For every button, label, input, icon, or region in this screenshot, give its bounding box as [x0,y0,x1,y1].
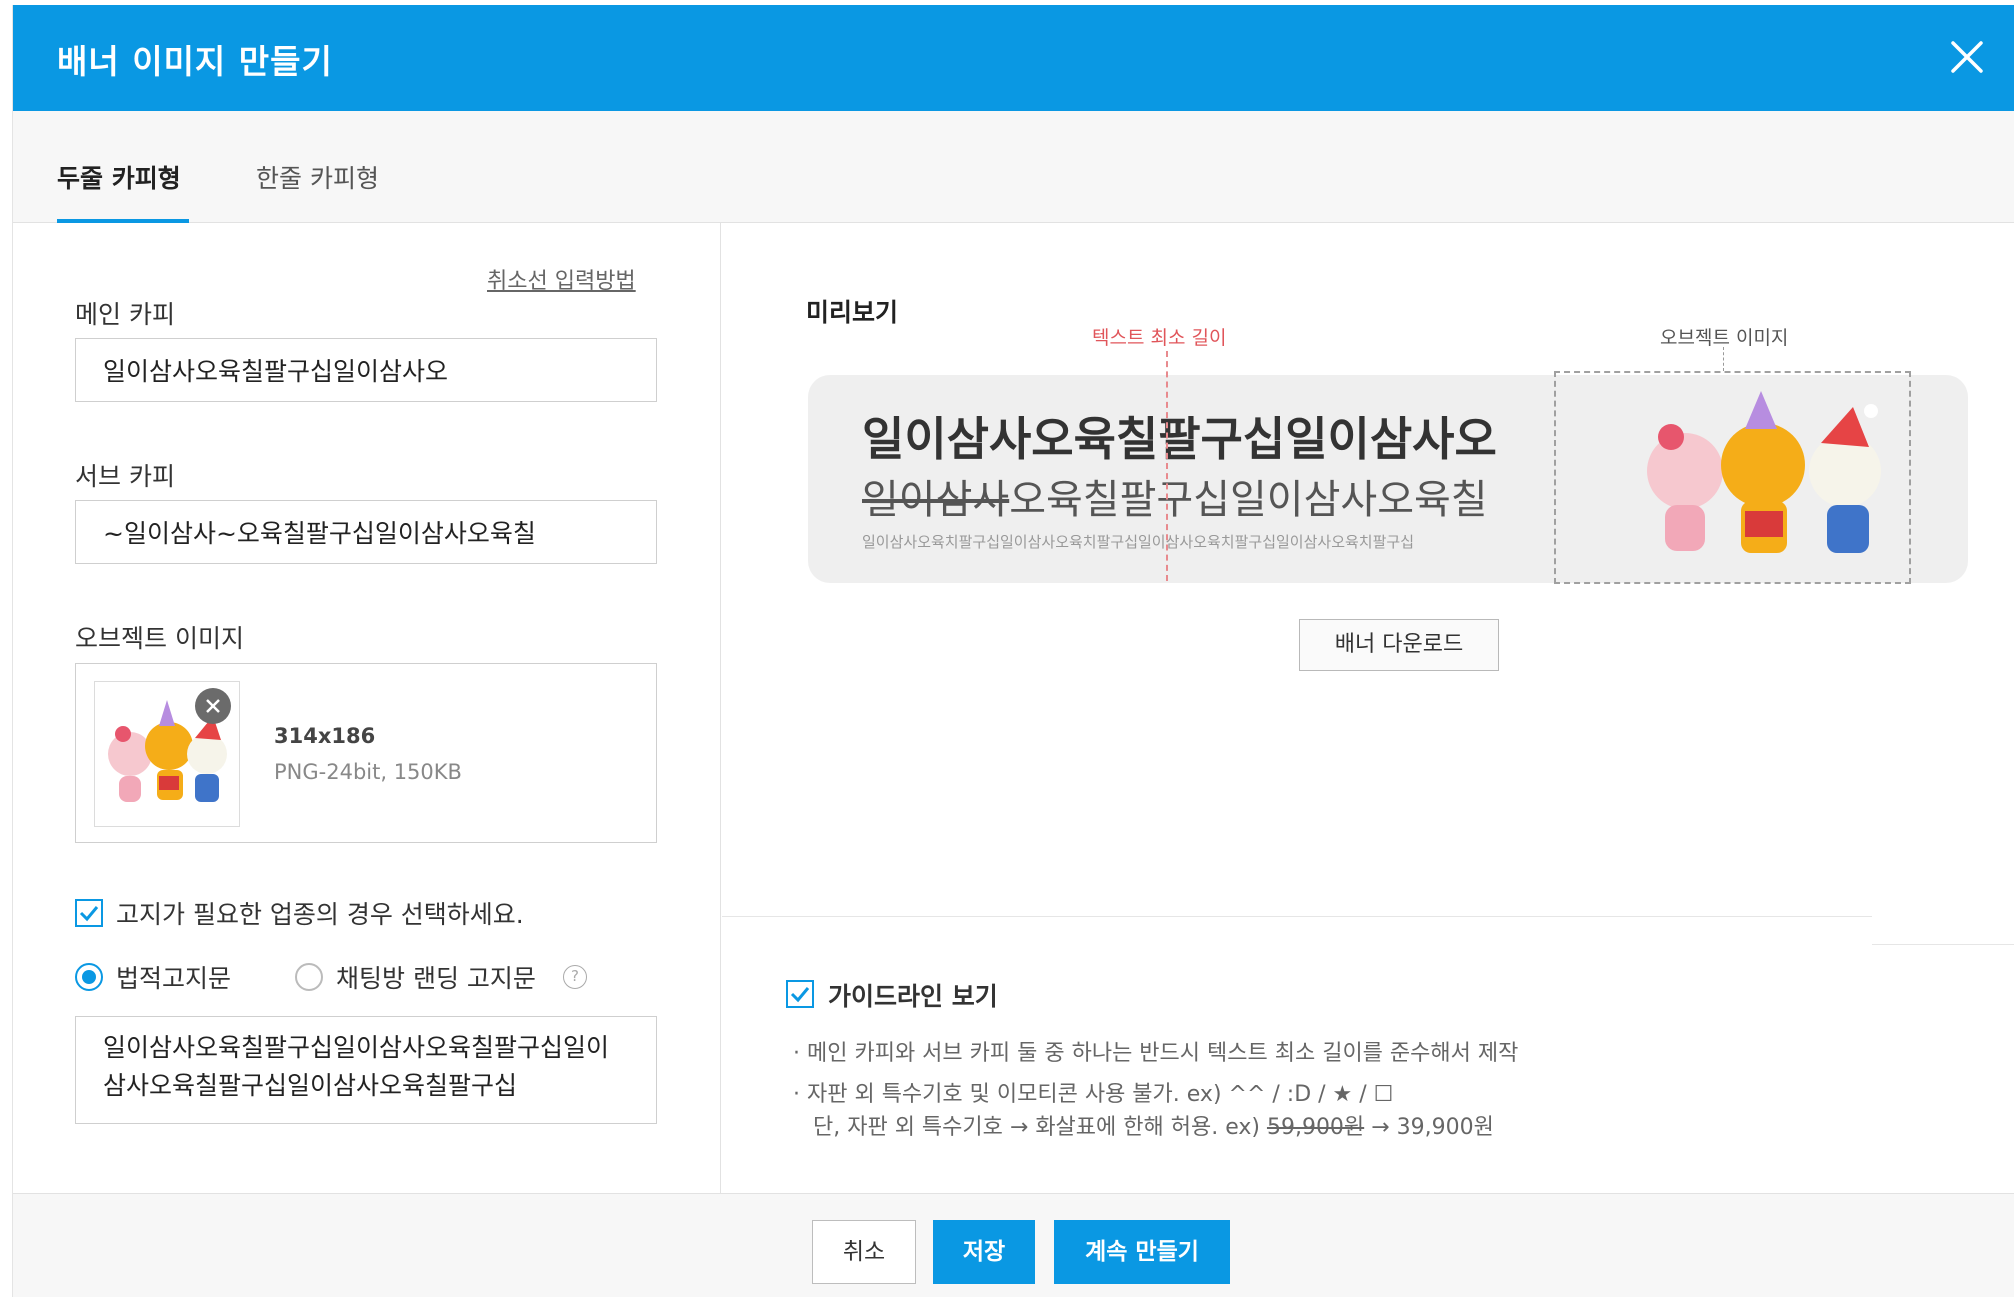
object-image-label: 오브젝트 이미지 [75,624,244,653]
radio-legal-notice-label: 법적고지문 [116,964,232,993]
guideline-text-1: · 메인 카피와 서브 카피 둘 중 하나는 반드시 텍스트 최소 길이를 준수… [793,1041,1519,1066]
continue-creating-button[interactable]: 계속 만들기 [1054,1220,1230,1284]
guideline-text-3: 단, 자판 외 특수기호 → 화살표에 한해 허용. ex) 59,900원 →… [813,1109,1494,1141]
preview-heading: 미리보기 [806,298,899,327]
object-image-guide-tick [1723,347,1724,371]
banner-sub-copy-strikethrough: 일이삼사 [862,477,1010,523]
sub-copy-label: 서브 카피 [75,462,175,491]
help-icon[interactable]: ? [563,965,587,989]
notice-textarea[interactable]: 일이삼사오육칠팔구십일이삼사오육칠팔구십일이삼사오육칠팔구십일이삼사오육칠팔구십 [75,1016,657,1124]
tab-two-line-copy[interactable]: 두줄 카피형 [57,159,181,195]
strikethrough-help-link[interactable]: 취소선 입력방법 [487,263,636,295]
object-image-box: 314x186 PNG-24bit, 150KB [75,663,657,843]
guideline-text-3-strike: 59,900원 [1266,1115,1365,1140]
banner-main-copy: 일이삼사오육칠팔구십일이삼사오 [862,412,1497,466]
tab-one-line-copy[interactable]: 한줄 카피형 [256,159,379,195]
save-button[interactable]: 저장 [933,1220,1035,1284]
text-min-length-guide-line [1166,351,1168,581]
dialog-footer: 취소 저장 계속 만들기 [13,1193,2014,1297]
banner-notice-text: 일이삼사오육치팔구십일이삼사오육치팔구십일이삼사오육치팔구십일이삼사오육치팔구십 [862,533,1415,551]
banner-maker-dialog: 배너 이미지 만들기 두줄 카피형 한줄 카피형 취소선 입력방법 메인 카피 … [12,5,2014,1297]
image-dimensions: 314x186 [274,724,376,748]
check-icon [79,906,99,922]
check-icon [790,987,810,1003]
radio-chat-landing-notice-label: 채팅방 랜딩 고지문 [336,964,536,993]
main-copy-label: 메인 카피 [75,300,175,329]
close-button[interactable] [1945,35,1989,79]
close-icon [1951,41,1983,73]
remove-icon [206,699,220,713]
guideline-text-2: · 자판 외 특수기호 및 이모티콘 사용 불가. ex) ^^ / :D / … [793,1082,1394,1107]
remove-image-button[interactable] [195,688,231,724]
object-image-guide-label: 오브젝트 이미지 [1660,327,1789,349]
guideline-checkbox-label: 가이드라인 보기 [828,982,998,1011]
object-image-thumbnail [94,681,240,827]
sub-copy-input[interactable] [75,500,657,564]
main-copy-input[interactable] [75,338,657,402]
cancel-button[interactable]: 취소 [812,1220,916,1284]
dialog-title: 배너 이미지 만들기 [57,42,333,81]
text-min-length-guide-label: 텍스트 최소 길이 [1092,327,1227,349]
notice-checkbox[interactable] [75,899,103,927]
radio-legal-notice[interactable] [75,963,103,991]
radio-chat-landing-notice[interactable] [295,963,323,991]
preview-divider [722,916,1872,917]
preview-divider-right [1872,944,2014,945]
guideline-text-3-pre: 단, 자판 외 특수기호 → 화살표에 한해 허용. ex) [813,1115,1267,1140]
banner-download-button[interactable]: 배너 다운로드 [1299,619,1499,671]
notice-checkbox-label: 고지가 필요한 업종의 경우 선택하세요. [116,900,524,929]
guideline-checkbox[interactable] [786,980,814,1008]
banner-sub-copy-rest: 오육칠팔구십일이삼사오육칠 [1009,477,1488,523]
banner-sub-copy: 일이삼사오육칠팔구십일이삼사오육칠 [862,467,1488,525]
dialog-header: 배너 이미지 만들기 [13,5,2014,111]
guideline-text-3-post: → 39,900원 [1364,1115,1494,1140]
form-panel: 취소선 입력방법 메인 카피 서브 카피 오브젝트 이미지 [13,223,721,1193]
image-format: PNG-24bit, 150KB [274,760,462,784]
tab-bar: 두줄 카피형 한줄 카피형 [13,111,2014,223]
object-image-guide-box [1554,371,1911,584]
